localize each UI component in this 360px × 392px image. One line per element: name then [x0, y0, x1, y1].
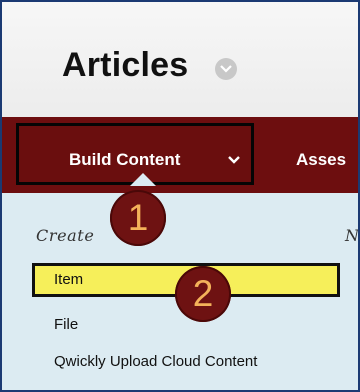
menu-item-qwickly-upload[interactable]: Qwickly Upload Cloud Content	[54, 353, 257, 370]
assessments-button[interactable]: Asses	[296, 150, 346, 170]
screenshot-frame: Articles Build Content Asses Create N It…	[0, 0, 360, 392]
step-2-callout: 2	[175, 266, 231, 322]
page-header: Articles	[2, 2, 358, 117]
page-title: Articles	[62, 46, 189, 84]
chevron-down-icon[interactable]	[215, 58, 237, 80]
chevron-down-icon	[228, 156, 240, 164]
new-page-column-heading: N	[345, 226, 360, 245]
create-column-heading: Create	[36, 226, 95, 245]
build-content-label: Build Content	[69, 150, 181, 169]
step-1-callout: 1	[110, 190, 166, 246]
menu-item-label: Item	[54, 271, 84, 288]
content-toolbar: Build Content Asses	[2, 117, 358, 193]
dropdown-pointer	[130, 173, 156, 186]
menu-item-file[interactable]: File	[54, 316, 78, 333]
